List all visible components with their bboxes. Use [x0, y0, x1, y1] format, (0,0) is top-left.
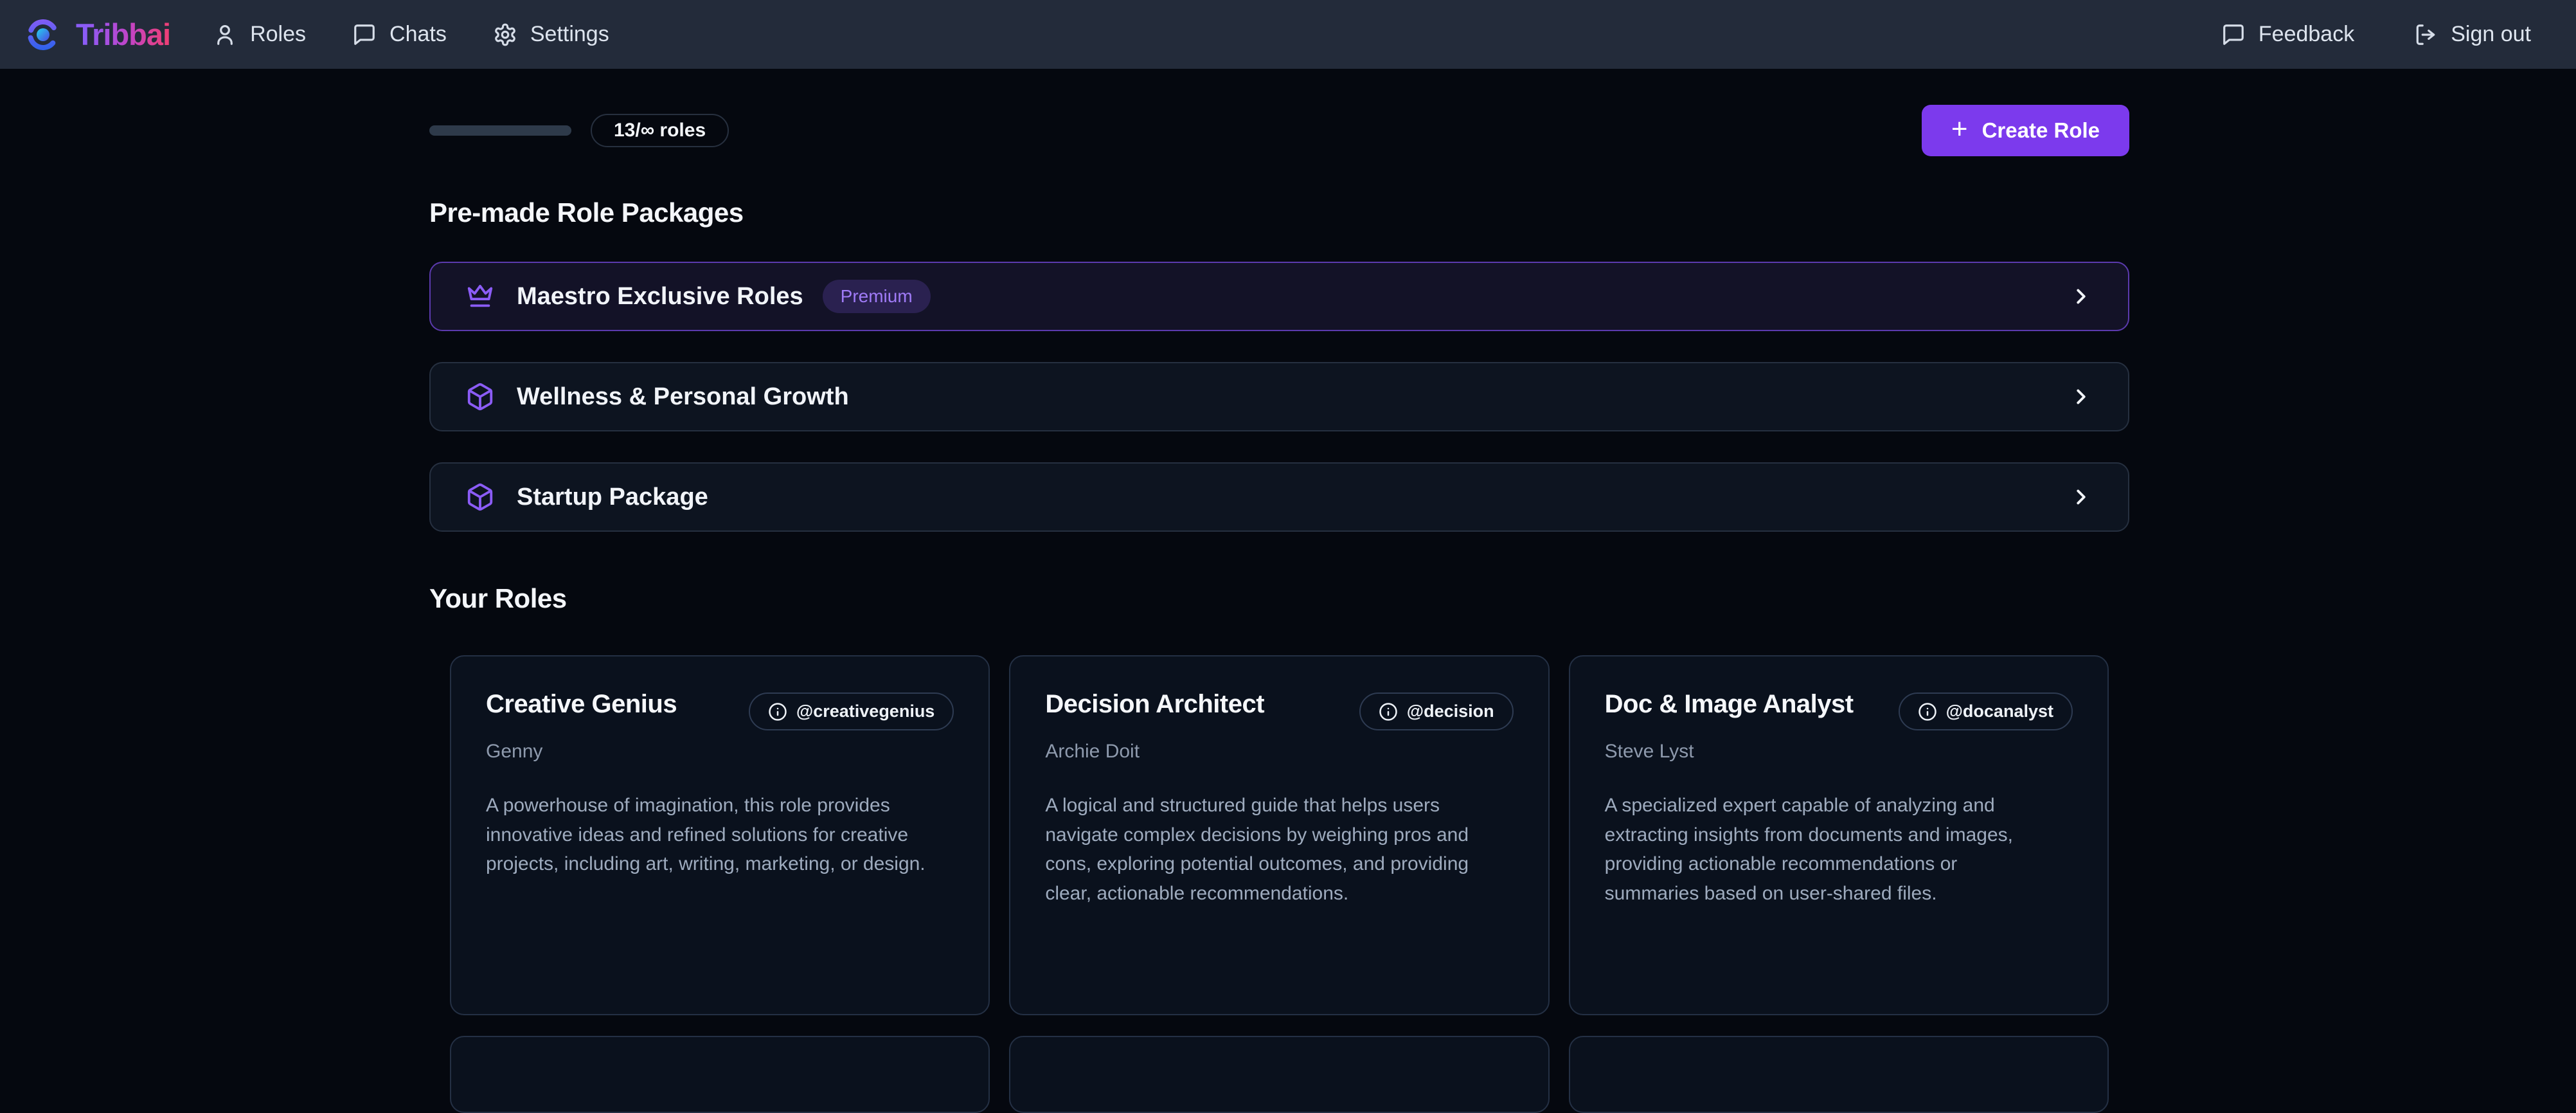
roles-meter-row: 13/∞ roles + Create Role	[429, 105, 2129, 156]
roles-progress-bar	[429, 125, 571, 136]
user-icon	[213, 23, 237, 47]
sign-out-label: Sign out	[2451, 22, 2531, 47]
role-card-decision-architect[interactable]: Decision Architect @decision Archie Doit…	[1009, 655, 1549, 1015]
role-card-creative-genius[interactable]: Creative Genius @creativegenius Genny A …	[450, 655, 990, 1015]
package-icon	[465, 482, 495, 512]
role-handle: @creativegenius	[796, 701, 935, 721]
role-description: A logical and structured guide that help…	[1045, 791, 1495, 908]
chevron-right-icon	[2069, 485, 2093, 509]
feedback-label: Feedback	[2258, 22, 2354, 47]
topbar: Tribbai Roles Chats	[0, 0, 2576, 69]
create-role-label: Create Role	[1982, 118, 2100, 143]
info-icon	[1379, 702, 1398, 721]
package-icon	[465, 382, 495, 412]
role-card-title: Creative Genius	[486, 690, 677, 719]
chat-bubble-icon	[2221, 23, 2246, 47]
plus-icon: +	[1951, 115, 1968, 143]
nav-chats[interactable]: Chats	[352, 22, 447, 47]
nav-roles[interactable]: Roles	[213, 22, 306, 47]
roles-count-badge: 13/∞ roles	[591, 114, 729, 147]
role-person: Genny	[486, 741, 954, 763]
sign-out-icon	[2413, 23, 2438, 47]
package-list: Maestro Exclusive Roles Premium Wellness…	[429, 262, 2129, 532]
main-content: 13/∞ roles + Create Role Pre-made Role P…	[429, 105, 2129, 1113]
info-icon	[1918, 702, 1937, 721]
chat-bubble-icon	[352, 23, 377, 47]
role-handle: @decision	[1407, 701, 1494, 721]
role-person: Archie Doit	[1045, 741, 1513, 763]
nav-chats-label: Chats	[389, 22, 447, 47]
package-row-wellness[interactable]: Wellness & Personal Growth	[429, 362, 2129, 431]
create-role-button[interactable]: + Create Role	[1922, 105, 2129, 156]
premium-badge: Premium	[823, 280, 931, 313]
role-person: Steve Lyst	[1605, 741, 2073, 763]
role-handle-badge[interactable]: @decision	[1359, 692, 1514, 730]
role-description: A powerhouse of imagination, this role p…	[486, 791, 936, 879]
main-nav: Roles Chats Settings	[213, 22, 609, 47]
role-card-title: Doc & Image Analyst	[1605, 690, 1854, 719]
package-row-startup[interactable]: Startup Package	[429, 462, 2129, 532]
nav-roles-label: Roles	[250, 22, 306, 47]
package-row-maestro[interactable]: Maestro Exclusive Roles Premium	[429, 262, 2129, 331]
package-title: Startup Package	[517, 484, 708, 511]
role-handle-badge[interactable]: @creativegenius	[749, 692, 954, 730]
role-handle: @docanalyst	[1946, 701, 2053, 721]
info-icon	[768, 702, 787, 721]
role-handle-badge[interactable]: @docanalyst	[1899, 692, 2073, 730]
crown-icon	[465, 282, 495, 311]
package-title: Wellness & Personal Growth	[517, 383, 849, 411]
brand-name: Tribbai	[76, 17, 170, 52]
role-description: A specialized expert capable of analyzin…	[1605, 791, 2055, 908]
nav-settings[interactable]: Settings	[493, 22, 609, 47]
packages-heading: Pre-made Role Packages	[429, 197, 2129, 228]
nav-settings-label: Settings	[530, 22, 609, 47]
role-card-doc-image-analyst[interactable]: Doc & Image Analyst @docanalyst Steve Ly…	[1569, 655, 2109, 1015]
sign-out-button[interactable]: Sign out	[2413, 22, 2531, 47]
package-title: Maestro Exclusive Roles	[517, 283, 803, 311]
role-card-title: Decision Architect	[1045, 690, 1264, 719]
role-card-partial[interactable]	[1009, 1036, 1549, 1113]
gear-icon	[493, 23, 517, 47]
brand-logo[interactable]: Tribbai	[24, 16, 170, 53]
tribbai-logo-icon	[24, 16, 62, 53]
chevron-right-icon	[2069, 284, 2093, 309]
role-card-partial[interactable]	[450, 1036, 990, 1113]
topbar-actions: Feedback Sign out	[2221, 22, 2531, 47]
feedback-button[interactable]: Feedback	[2221, 22, 2354, 47]
your-roles-heading: Your Roles	[429, 583, 2129, 614]
role-cards: Creative Genius @creativegenius Genny A …	[429, 655, 2129, 1015]
role-card-partial[interactable]	[1569, 1036, 2109, 1113]
role-cards-next-row	[429, 1036, 2129, 1113]
chevron-right-icon	[2069, 385, 2093, 409]
